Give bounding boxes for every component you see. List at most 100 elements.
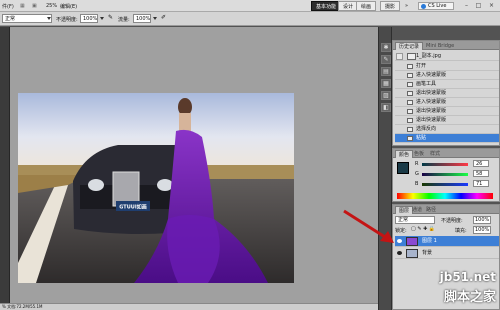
channel-name: G — [415, 171, 419, 177]
slider-green[interactable]: G 58 — [415, 170, 489, 178]
annotation-arrow — [343, 209, 394, 243]
slider-blue[interactable]: B 71 — [415, 180, 489, 188]
opacity-input[interactable]: 100% — [80, 14, 98, 23]
layers-panel-tabs: 图层 通道 路径 — [393, 205, 499, 214]
canvas-area[interactable]: GTUUI如画 — [10, 27, 378, 303]
history-item[interactable]: 进入快速蒙版 — [395, 71, 499, 80]
history-item[interactable]: 退出快速蒙版 — [395, 116, 499, 125]
status-bar: % 文档:72.2M/55.1M — [0, 303, 378, 310]
history-step-icon — [407, 109, 413, 114]
photo-scene: GTUUI如画 — [18, 93, 294, 283]
color-spectrum-bar[interactable] — [397, 193, 493, 199]
history-item-label: 画笔工具 — [416, 81, 437, 87]
snapshot-label: 1_副本.jpg — [416, 53, 442, 59]
slider-red[interactable]: R 26 — [415, 160, 489, 168]
workspace-photography[interactable]: 摄影 — [380, 1, 401, 11]
history-item-label: 退出快速蒙版 — [416, 108, 447, 114]
history-item-label: 退出快速蒙版 — [416, 90, 447, 96]
layer-name: 图层 1 — [422, 238, 437, 244]
tab-swatches[interactable]: 色板 — [411, 150, 427, 158]
dock-adjust-icon[interactable]: ▨ — [381, 91, 391, 100]
pressure-icon[interactable]: ✐ — [161, 14, 166, 21]
tab-history[interactable]: 历史记录 — [395, 42, 424, 50]
channel-value-input[interactable]: 71 — [473, 180, 489, 187]
channel-value-input[interactable]: 58 — [473, 170, 489, 177]
history-item[interactable]: 退出快速蒙版 — [395, 107, 499, 116]
history-item-label: 选择反向 — [416, 126, 437, 132]
maximize-button[interactable]: □ — [474, 2, 483, 10]
tab-mini-bridge[interactable]: Mini Bridge — [423, 42, 457, 50]
history-item-label: 进入快速蒙版 — [416, 72, 447, 78]
history-step-icon — [407, 82, 413, 87]
slider-track[interactable] — [422, 163, 468, 166]
history-step-icon — [407, 136, 413, 141]
blend-mode-select[interactable]: 正常 — [395, 216, 435, 224]
panel-dock: ✱ ✎ ▤ ▦ ▨ ◧ — [378, 27, 392, 310]
tab-styles[interactable]: 样式 — [427, 150, 443, 158]
foreground-color-swatch[interactable] — [397, 162, 409, 174]
history-item-label: 粘贴 — [416, 135, 427, 141]
cs-live-button[interactable]: CS Live — [418, 2, 454, 10]
close-button[interactable]: × — [487, 2, 496, 10]
workspace-more-button[interactable]: » — [405, 3, 408, 9]
slider-track[interactable] — [422, 183, 468, 186]
history-item-label: 打开 — [416, 63, 427, 69]
watermark-site-name: 脚本之家 — [443, 290, 496, 305]
history-panel-tabs: 历史记录 Mini Bridge — [393, 41, 499, 50]
slider-track[interactable] — [422, 173, 468, 176]
history-item-selected[interactable]: 粘贴 — [395, 134, 499, 143]
layer-thumbnail — [406, 237, 418, 246]
history-step-icon — [407, 100, 413, 105]
channel-value-input[interactable]: 26 — [473, 160, 489, 167]
mode-select[interactable]: 正常 — [2, 14, 52, 23]
color-panel-tabs: 颜色 色板 样式 — [393, 149, 499, 158]
layer-row-selected[interactable]: 图层 1 — [395, 236, 499, 247]
layers-opacity-input[interactable]: 100% — [473, 216, 491, 224]
history-item[interactable]: 打开 — [395, 62, 499, 71]
cs-live-label: CS Live — [428, 3, 447, 9]
fill-input[interactable]: 100% — [473, 226, 491, 234]
history-step-icon — [407, 64, 413, 69]
minimize-button[interactable]: – — [462, 2, 471, 10]
watermark-domain: jb51.net — [439, 270, 496, 284]
history-snapshot[interactable]: 1_副本.jpg — [395, 52, 499, 61]
tools-panel — [0, 27, 10, 303]
menu-edit-label[interactable]: 编辑(E) — [60, 3, 77, 10]
dock-mask-icon[interactable]: ◧ — [381, 103, 391, 112]
tab-paths[interactable]: 路径 — [423, 206, 439, 214]
history-step-icon — [407, 91, 413, 96]
document-image[interactable]: GTUUI如画 — [18, 93, 294, 283]
lock-icons[interactable]: ▢ ✎ ✚ 🔒 — [411, 226, 435, 232]
history-item[interactable]: 画笔工具 — [395, 80, 499, 89]
history-item[interactable]: 退出快速蒙版 — [395, 89, 499, 98]
dock-clone-icon[interactable]: ✎ — [381, 55, 391, 64]
license-plate-text: GTUUI如画 — [119, 204, 146, 211]
channel-name: R — [415, 161, 419, 167]
history-step-icon — [407, 127, 413, 132]
dock-brush-preset-icon[interactable]: ▦ — [381, 79, 391, 88]
menu-bar: 编辑(E) — [0, 0, 300, 12]
cs-live-icon — [421, 4, 426, 9]
visibility-eye-icon[interactable] — [397, 251, 402, 255]
dock-info-icon[interactable]: ▤ — [381, 67, 391, 76]
layer-name: 背景 — [422, 250, 433, 256]
history-panel: 历史记录 Mini Bridge 1_副本.jpg 打开 进入快速蒙版 画笔工具… — [392, 40, 500, 146]
channel-name: B — [415, 181, 419, 187]
workspace-painting[interactable]: 绘画 — [356, 1, 377, 11]
snapshot-checkbox[interactable] — [396, 53, 403, 60]
opacity-dropdown-icon — [100, 17, 104, 20]
history-item[interactable]: 选择反向 — [395, 125, 499, 134]
layers-opacity-label: 不透明度: — [441, 218, 463, 224]
options-bar: 正常 不透明度: 100% ✎ 流量: 100% ✐ — [0, 12, 500, 26]
flow-label: 流量: — [118, 17, 130, 23]
history-item-label: 进入快速蒙版 — [416, 99, 447, 105]
airbrush-icon[interactable]: ✎ — [108, 14, 113, 21]
photoshop-window: 件(F) ▦ ▣ 25% 编辑(E) 基本功能 设计 绘画 摄影 » CS Li… — [0, 0, 500, 310]
workspace-essentials[interactable]: 基本功能 — [311, 1, 342, 11]
layer-row[interactable]: 背景 — [395, 248, 499, 259]
dock-brush-icon[interactable]: ✱ — [381, 43, 391, 52]
flow-input[interactable]: 100% — [133, 14, 151, 23]
history-item[interactable]: 进入快速蒙版 — [395, 98, 499, 107]
workspace-design[interactable]: 设计 — [338, 1, 359, 11]
watermark: jb51.net 脚本之家 — [418, 270, 500, 310]
